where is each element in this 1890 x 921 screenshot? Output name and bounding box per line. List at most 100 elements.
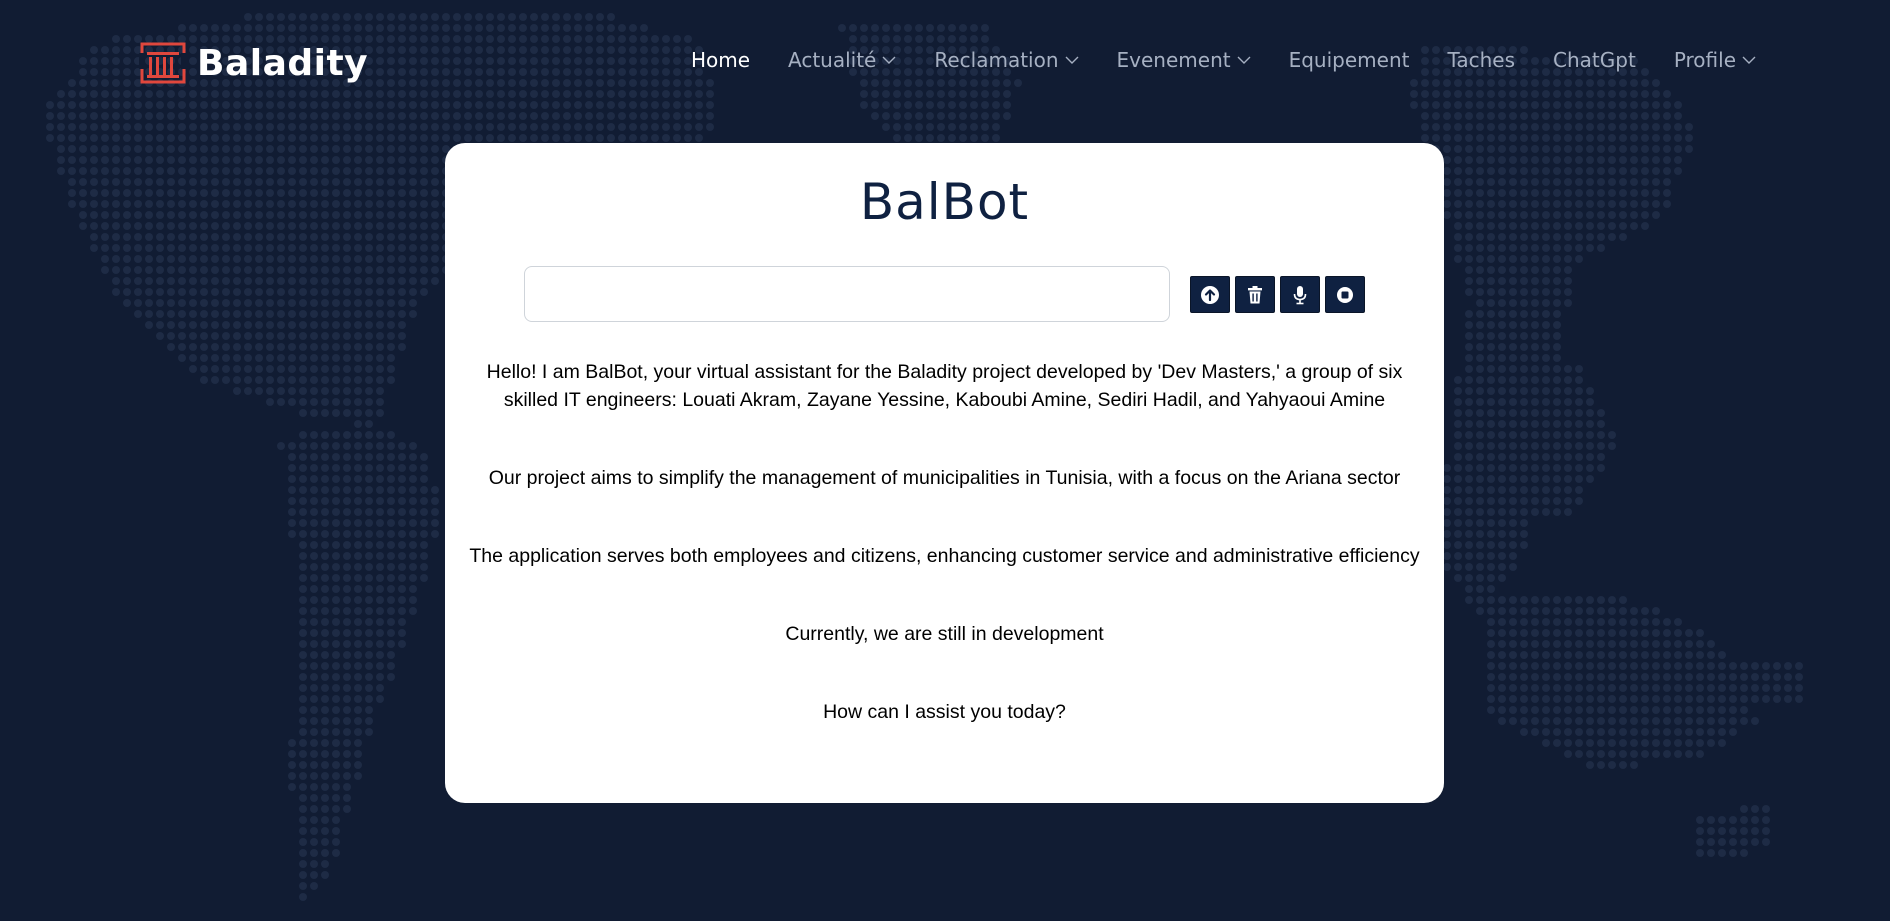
map-dot [1476,277,1484,285]
map-dot [1575,244,1583,252]
chat-message-input[interactable] [524,266,1170,322]
map-dot [1487,486,1495,494]
map-dot [1608,618,1616,626]
map-dot [1718,849,1726,857]
nav-actualite[interactable]: Actualité [788,48,896,72]
map-dot [90,178,98,186]
nav-reclamation[interactable]: Reclamation [934,48,1079,72]
map-dot [1784,662,1792,670]
map-dot [1443,475,1451,483]
map-dot [1652,134,1660,142]
map-dot [1509,596,1517,604]
map-dot [1564,387,1572,395]
nav-profile[interactable]: Profile [1674,48,1756,72]
map-dot [332,530,340,538]
map-dot [1531,684,1539,692]
nav-taches[interactable]: Taches [1447,48,1515,72]
map-dot [1586,189,1594,197]
map-dot [1674,717,1682,725]
map-dot [1586,629,1594,637]
map-dot [1575,728,1583,736]
map-dot [189,200,197,208]
nav-equipement[interactable]: Equipement [1289,48,1410,72]
map-dot [1575,486,1583,494]
map-dot [266,167,274,175]
map-dot [409,486,417,494]
map-dot [244,343,252,351]
map-dot [200,134,208,142]
map-dot [1575,134,1583,142]
map-dot [134,255,142,263]
send-button[interactable] [1190,276,1230,313]
map-dot [90,222,98,230]
map-dot [376,497,384,505]
map-dot [310,189,318,197]
map-dot [1630,673,1638,681]
map-dot [1520,200,1528,208]
map-dot [321,728,329,736]
nav-home[interactable]: Home [691,48,750,72]
map-dot [321,134,329,142]
map-dot [310,794,318,802]
map-dot [409,266,417,274]
map-dot [1685,673,1693,681]
map-dot [1542,739,1550,747]
brand-link[interactable]: Baladity [139,40,368,86]
map-dot [266,387,274,395]
map-dot [1487,233,1495,241]
map-dot [343,519,351,527]
map-dot [299,728,307,736]
map-dot [310,508,318,516]
map-dot [1531,343,1539,351]
map-dot [1542,365,1550,373]
map-dot [343,651,351,659]
map-dot [299,486,307,494]
map-dot [1597,618,1605,626]
map-dot [343,805,351,813]
map-dot [343,552,351,560]
map-dot [1740,673,1748,681]
map-dot [1608,442,1616,450]
map-dot [1520,211,1528,219]
map-dot [299,662,307,670]
map-dot [1575,695,1583,703]
map-dot [1608,739,1616,747]
map-dot [123,156,131,164]
map-dot [1652,178,1660,186]
map-dot [343,134,351,142]
map-dot [134,299,142,307]
nav-evenement[interactable]: Evenement [1117,48,1251,72]
stop-button[interactable] [1325,276,1365,313]
map-dot [398,277,406,285]
map-dot [1564,431,1572,439]
map-dot [343,585,351,593]
map-dot [365,629,373,637]
map-dot [1652,200,1660,208]
nav-chatgpt[interactable]: ChatGpt [1553,48,1636,72]
map-dot [1652,695,1660,703]
map-dot [200,255,208,263]
map-dot [266,255,274,263]
map-dot [1498,519,1506,527]
map-dot [1608,750,1616,758]
map-dot [343,310,351,318]
map-dot [1454,145,1462,153]
map-dot [343,794,351,802]
map-dot [244,376,252,384]
map-dot [1542,684,1550,692]
map-dot [1487,420,1495,428]
clear-chat-button[interactable] [1235,276,1275,313]
map-dot [321,508,329,516]
map-dot [376,255,384,263]
map-dot [1432,134,1440,142]
map-dot [79,156,87,164]
map-dot [244,167,252,175]
voice-input-button[interactable] [1280,276,1320,313]
map-dot [112,134,120,142]
map-dot [1740,684,1748,692]
map-dot [1641,750,1649,758]
map-dot [299,596,307,604]
map-dot [431,134,439,142]
bot-message: The application serves both employees an… [469,545,1420,567]
map-dot [1663,189,1671,197]
